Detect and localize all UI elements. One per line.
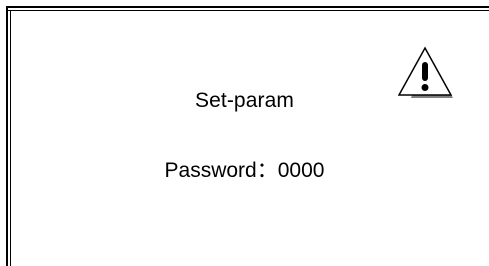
- window-border-left: [6, 6, 8, 266]
- window-border-left-inner: [10, 10, 11, 266]
- window-border-top-inner: [7, 10, 489, 11]
- password-field[interactable]: 0000: [278, 159, 325, 182]
- password-label: Password：: [164, 159, 278, 182]
- dialog-window: Set-param Password：0000: [0, 0, 489, 266]
- password-row: Password：0000: [0, 154, 489, 184]
- window-border-top: [6, 6, 489, 8]
- dialog-title: Set-param: [195, 89, 294, 112]
